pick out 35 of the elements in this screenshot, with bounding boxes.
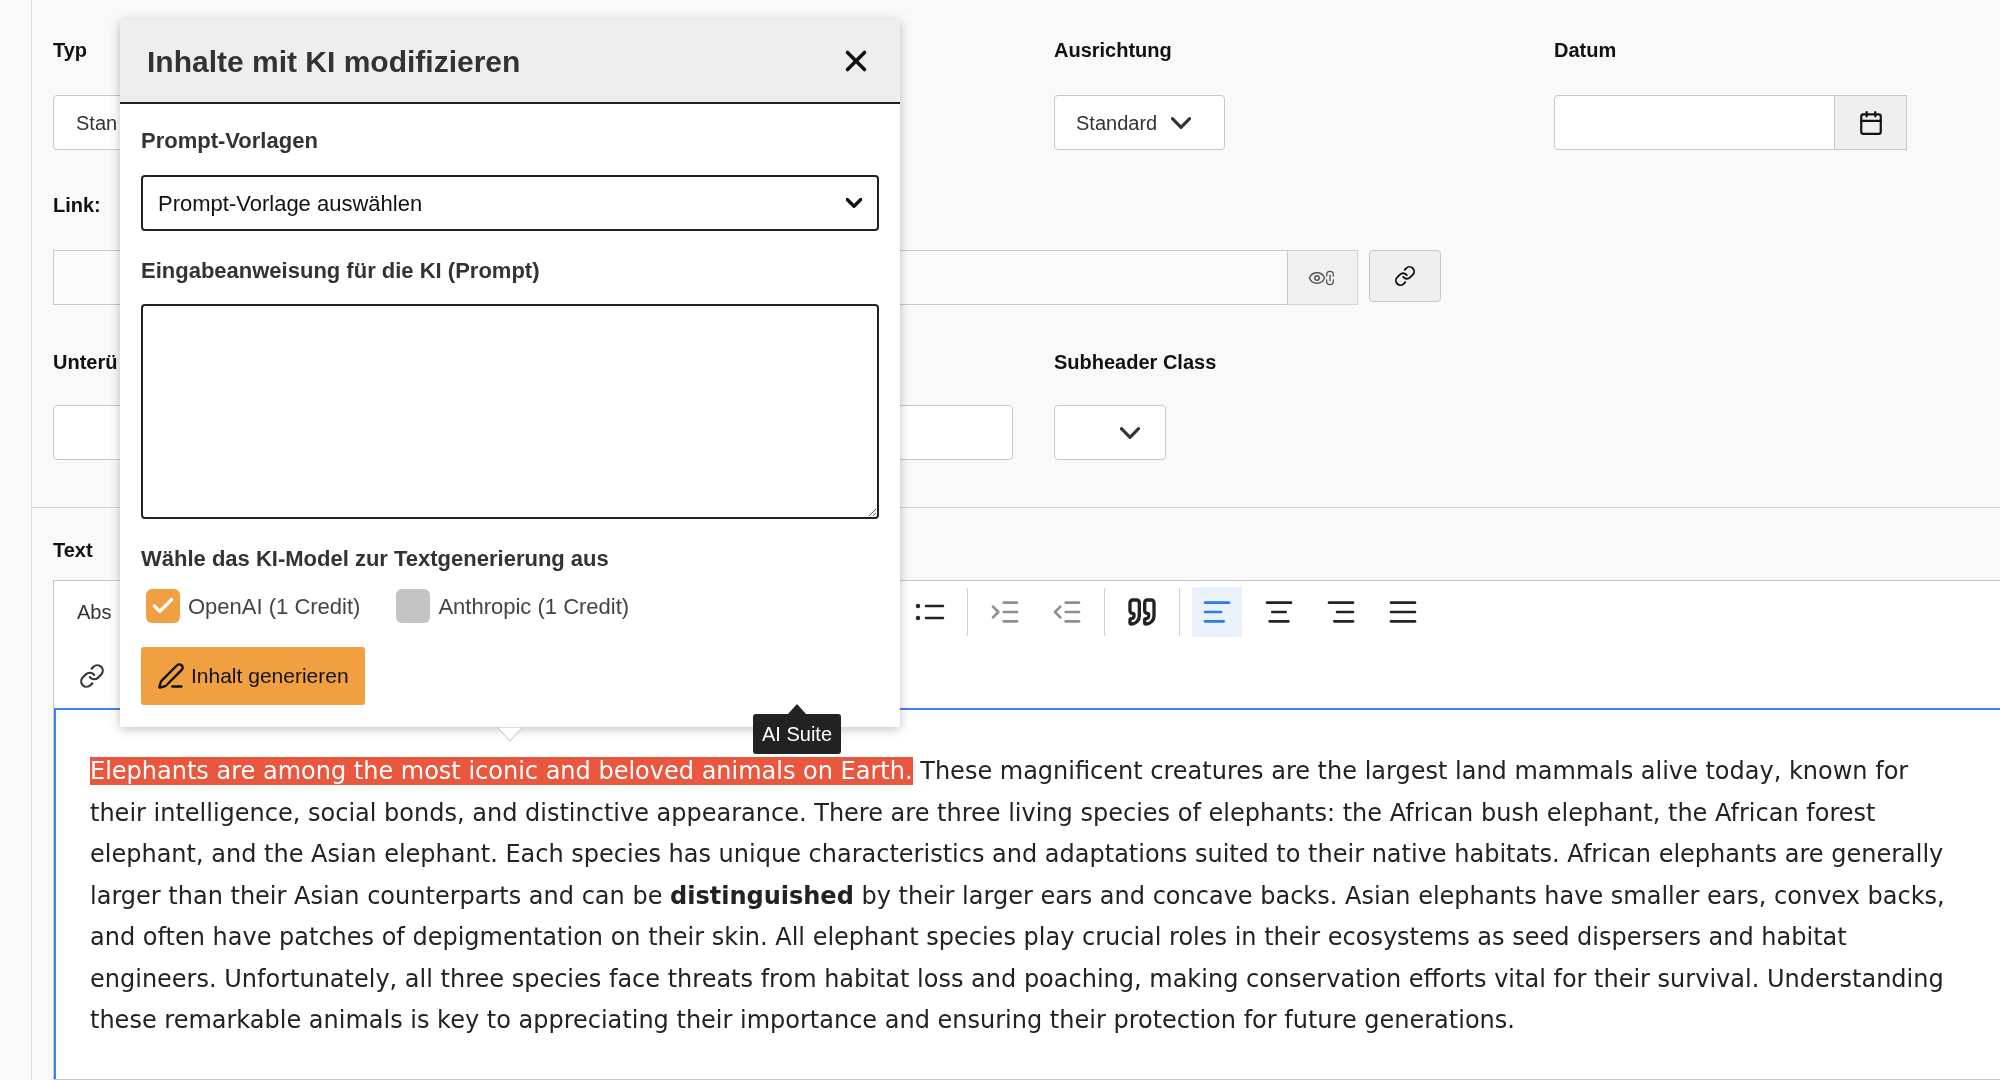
field-label: Typ (53, 38, 88, 62)
field-label: Wähle das KI-Model zur Textgenerierung aus (141, 546, 610, 572)
link-icon (1394, 265, 1416, 287)
generate-button[interactable]: Inhalt generieren (141, 647, 365, 705)
field-label: Datum (1554, 38, 1617, 62)
field-label: Link: (53, 193, 101, 217)
pen-icon (157, 662, 185, 690)
calendar-icon (1857, 109, 1884, 136)
quote-icon (1126, 596, 1158, 628)
field-label: Unterü (53, 350, 118, 374)
paragraph: Elephants are among the most iconic and beloved animals on Earth. These magnificent creatures are the largest land mammals alive today, known for their intelligence, social bonds, and distinctive appearance. There are three living species of elephants: the African bush elephant, the African forest elephant, and the Asian elephant. Each species has unique characteristics and adaptations suited to their native habitats. African elephants are generally larger than their Asian counterparts and can be distinguished by their larger ears and concave backs. Asian elephants have smaller ears, convex backs, and often have patches of depigmentation on their skin. All elephant species play crucial roles in their ecosystems as seed dispersers and habitat engineers. Unfortunately, all three species face threats from habitat loss and poaching, making conservation efforts vital for their survival. Understanding these remarkable animals is key to appreciating their importance and ensuring their protection for future generations. (90, 756, 1946, 1036)
align-left-button[interactable] (1192, 587, 1242, 637)
dialog-title: Inhalte mit KI modifizieren (147, 43, 521, 80)
prompt-template-select[interactable]: Prompt-Vorlage auswählen (141, 175, 879, 231)
bullet-list-icon (915, 601, 945, 623)
field-label: Prompt-Vorlagen (141, 128, 319, 154)
checkbox[interactable] (396, 589, 431, 623)
link-icon (79, 662, 105, 689)
link-preview-button[interactable] (1288, 250, 1358, 305)
chevron-down-icon (846, 198, 862, 208)
chevron-down-icon (1120, 426, 1140, 439)
tooltip: AI Suite (753, 704, 842, 754)
chevron-down-icon (1171, 116, 1192, 129)
calendar-button[interactable] (1835, 95, 1907, 150)
checkbox-label: Anthropic (1 Credit) (438, 592, 630, 621)
date-field[interactable] (1554, 95, 1835, 150)
prompt-field[interactable] (141, 304, 879, 519)
field-label: Eingabeanweisung für die KI (Prompt) (141, 258, 541, 284)
field-label: Subheader Class (1054, 350, 1217, 374)
link-button[interactable] (1369, 250, 1441, 302)
checkbox[interactable] (146, 589, 180, 623)
field-label: Ausrichtung (1054, 38, 1172, 62)
checkbox-label: OpenAI (1 Credit) (188, 592, 361, 621)
alignment-select[interactable]: Standard (1054, 95, 1225, 150)
field-label: Text (53, 538, 93, 562)
